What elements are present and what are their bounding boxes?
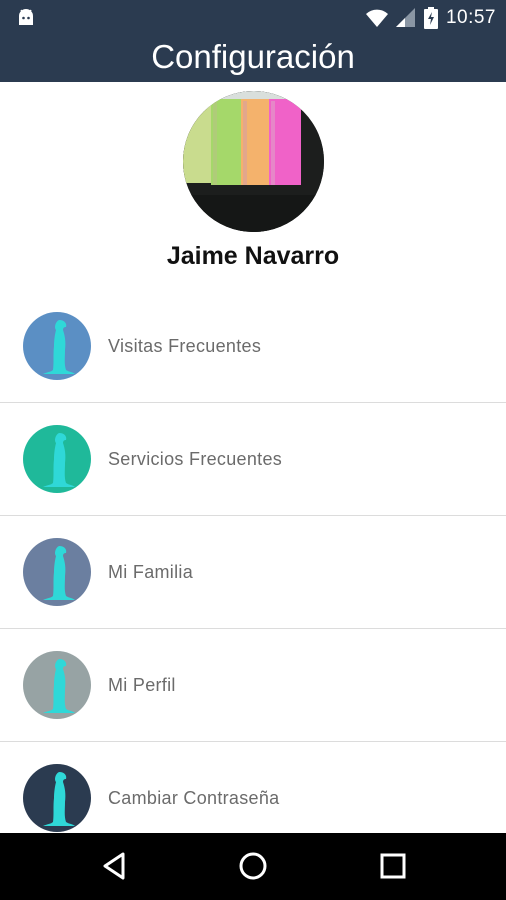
- home-icon[interactable]: [236, 849, 270, 883]
- meerkat-icon: [23, 764, 91, 832]
- battery-icon: [423, 7, 438, 29]
- recents-icon[interactable]: [376, 849, 410, 883]
- page-title: Configuración: [151, 38, 355, 75]
- menu-item-label: Cambiar Contraseña: [108, 788, 280, 808]
- status-time: 10:57: [445, 7, 496, 28]
- meerkat-icon: [23, 425, 91, 493]
- profile-name: Jaime Navarro: [166, 242, 340, 270]
- menu-item-label: Servicios Frecuentes: [108, 449, 283, 469]
- menu-item-servicios-frecuentes[interactable]: Servicios Frecuentes: [0, 403, 506, 516]
- status-bar: 10:57: [0, 0, 506, 36]
- menu-item-label: Mi Perfil: [108, 675, 176, 695]
- android-icon: [19, 9, 33, 25]
- back-icon[interactable]: [98, 849, 132, 883]
- menu-item-label: Visitas Frecuentes: [108, 336, 262, 356]
- signal-icon: [395, 8, 415, 27]
- profile-avatar[interactable]: [183, 91, 324, 232]
- screen: 10:57 Configuración Jaime Navarro Visita…: [0, 0, 506, 900]
- menu-item-visitas-frecuentes[interactable]: Visitas Frecuentes: [0, 290, 506, 403]
- settings-menu: Visitas Frecuentes Servicios Frecuentes …: [0, 290, 506, 854]
- menu-item-mi-familia[interactable]: Mi Familia: [0, 516, 506, 629]
- menu-item-label: Mi Familia: [108, 562, 194, 582]
- system-nav-bar: [0, 833, 506, 900]
- wifi-icon: [365, 9, 388, 27]
- meerkat-icon: [23, 651, 91, 719]
- app-bar: Configuración: [0, 36, 506, 82]
- meerkat-icon: [23, 538, 91, 606]
- sticky-notes-photo-icon: [183, 91, 324, 232]
- meerkat-icon: [23, 312, 91, 380]
- menu-item-mi-perfil[interactable]: Mi Perfil: [0, 629, 506, 742]
- profile-section: Jaime Navarro: [0, 82, 506, 292]
